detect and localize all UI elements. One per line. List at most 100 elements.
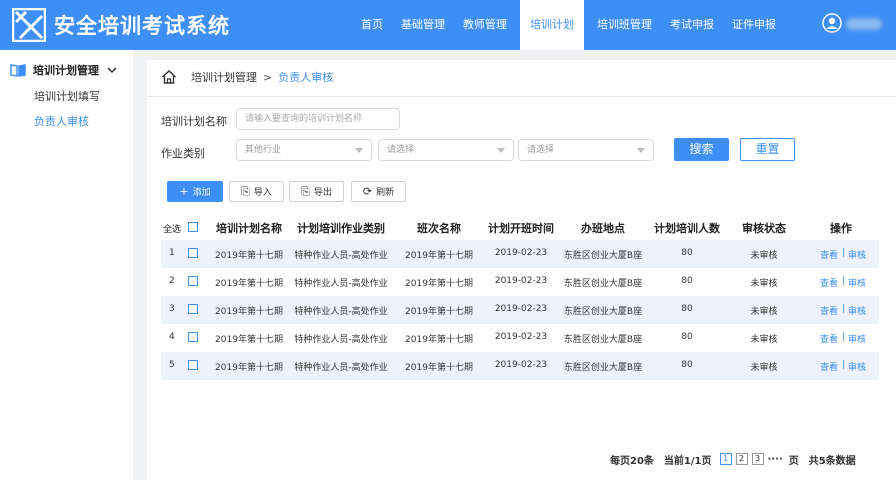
nav-teacher-management[interactable]: 教师管理: [454, 0, 516, 50]
book-icon: [10, 63, 26, 77]
cell-count: 80: [681, 276, 693, 286]
cell-start-time: 2019-02-23: [494, 276, 548, 286]
breadcrumb-parent[interactable]: 培训计划管理: [191, 69, 257, 85]
cell-status: 未审核: [750, 279, 778, 289]
top-nav: 首页 基础管理 教师管理 培训计划 培训班管理 考试申报 证件申报: [352, 0, 785, 50]
row-checkbox[interactable]: [188, 304, 198, 314]
sidebar-item-leader-audit[interactable]: 负责人审核: [34, 113, 89, 129]
plus-icon: +: [179, 185, 189, 198]
table-header: 全选 培训计划名称 计划培训作业类别 班次名称 计划开班时间 办班地点 计划培训…: [161, 216, 879, 238]
user-name-blurred[interactable]: [846, 18, 882, 30]
refresh-button-label: 刷新: [376, 188, 395, 198]
cell-start-time: 2019-02-23: [494, 304, 548, 314]
row-number: 2: [169, 276, 175, 286]
breadcrumb: 培训计划管理 > 负责人审核: [161, 68, 333, 86]
view-link[interactable]: 查看: [820, 248, 838, 261]
reset-button[interactable]: 重置: [740, 138, 795, 161]
cell-plan-name: 2019年第十七期: [215, 251, 283, 261]
select-all-checkbox[interactable]: [188, 222, 198, 232]
home-icon[interactable]: [161, 69, 177, 85]
cell-start-time: 2019-02-23: [494, 332, 548, 342]
plan-name-label: 培训计划名称: [161, 115, 227, 128]
page-ellipsis: ····: [767, 453, 783, 465]
import-button[interactable]: ⎘ 导入: [229, 181, 284, 202]
action-separator: |: [842, 276, 846, 286]
industry-select-value: 其他行业: [245, 145, 282, 155]
nav-home[interactable]: 首页: [352, 0, 392, 50]
col-plan-name: 培训计划名称: [216, 222, 282, 235]
col-start-time: 计划开班时间: [488, 222, 554, 235]
import-button-label: 导入: [253, 188, 272, 198]
caret-down-icon: [355, 148, 363, 153]
work-type-label: 作业类别: [161, 147, 205, 160]
row-number: 5: [169, 360, 175, 370]
nav-training-plan[interactable]: 培训计划: [520, 0, 584, 50]
cell-count: 80: [681, 332, 693, 342]
audit-link[interactable]: 审核: [848, 248, 866, 261]
audit-link[interactable]: 审核: [848, 332, 866, 345]
nav-basic-management[interactable]: 基础管理: [392, 0, 454, 50]
audit-link[interactable]: 审核: [848, 360, 866, 373]
top-header: 安全培训考试系统 首页 基础管理 教师管理 培训计划 培训班管理 考试申报 证件…: [0, 0, 896, 50]
industry-select[interactable]: 其他行业: [236, 139, 372, 161]
refresh-button[interactable]: ⟳ 刷新: [351, 181, 406, 202]
cell-status: 未审核: [750, 251, 778, 261]
row-checkbox[interactable]: [188, 276, 198, 286]
page-unit: 页: [788, 455, 799, 467]
cell-class-name: 2019年第十七期: [405, 279, 473, 289]
action-separator: |: [842, 332, 846, 342]
table-row: 1 2019年第十七期 特种作业人员-高处作业 2019年第十七期 2019-0…: [161, 240, 879, 268]
view-link[interactable]: 查看: [820, 360, 838, 373]
audit-link[interactable]: 审核: [848, 304, 866, 317]
search-button[interactable]: 搜索: [674, 138, 729, 161]
table-row: 2 2019年第十七期 特种作业人员-高处作业 2019年第十七期 2019-0…: [161, 268, 879, 296]
row-number: 3: [169, 304, 175, 314]
row-checkbox[interactable]: [188, 332, 198, 342]
sidebar-group-training-plan[interactable]: 培训计划管理: [10, 60, 117, 80]
col-count: 计划培训人数: [654, 222, 720, 235]
view-link[interactable]: 查看: [820, 304, 838, 317]
action-separator: |: [842, 304, 846, 314]
nav-certificate-application[interactable]: 证件申报: [723, 0, 785, 50]
total-count-text: 共5条数据: [808, 455, 856, 467]
cell-plan-name: 2019年第十七期: [215, 279, 283, 289]
action-separator: |: [842, 360, 846, 370]
page-3-button[interactable]: 3: [751, 453, 764, 465]
cell-count: 80: [681, 248, 693, 258]
page-1-button[interactable]: 1: [719, 453, 732, 465]
cell-class-name: 2019年第十七期: [405, 251, 473, 261]
row-checkbox[interactable]: [188, 248, 198, 258]
export-file-icon: ⎘: [301, 184, 310, 198]
pagination: 每页20条 当前1/1页 1 2 3 ···· 页 共5条数据: [610, 452, 856, 467]
caret-down-icon: [497, 148, 505, 153]
table-row: 5 2019年第十七期 特种作业人员-高处作业 2019年第十七期 2019-0…: [161, 352, 879, 380]
cell-class-name: 2019年第十七期: [405, 307, 473, 317]
user-avatar-icon[interactable]: [822, 13, 842, 33]
breadcrumb-separator: >: [263, 70, 273, 84]
audit-link[interactable]: 审核: [848, 276, 866, 289]
col-status: 审核状态: [742, 222, 786, 235]
refresh-icon: ⟳: [362, 185, 373, 198]
add-button[interactable]: + 添加: [167, 181, 223, 202]
cell-plan-name: 2019年第十七期: [215, 335, 283, 345]
view-link[interactable]: 查看: [820, 276, 838, 289]
cell-plan-name: 2019年第十七期: [215, 363, 283, 373]
export-button[interactable]: ⎘ 导出: [289, 181, 344, 202]
cell-status: 未审核: [750, 335, 778, 345]
subcategory-select[interactable]: 请选择: [518, 139, 654, 161]
breadcrumb-current: 负责人审核: [278, 71, 334, 84]
view-link[interactable]: 查看: [820, 332, 838, 345]
col-class-name: 班次名称: [417, 222, 461, 235]
current-page-text: 当前1/1页: [663, 455, 712, 467]
cell-class-name: 2019年第十七期: [405, 363, 473, 373]
category-select[interactable]: 请选择: [378, 139, 514, 161]
cell-count: 80: [681, 304, 693, 314]
sidebar-item-plan-fill[interactable]: 培训计划填写: [34, 88, 100, 104]
export-button-label: 导出: [313, 188, 332, 198]
page-2-button[interactable]: 2: [735, 453, 748, 465]
col-location: 办班地点: [581, 222, 625, 235]
plan-name-input[interactable]: 请输入要查询的培训计划名称: [236, 108, 400, 130]
nav-exam-application[interactable]: 考试申报: [661, 0, 723, 50]
nav-class-management[interactable]: 培训班管理: [588, 0, 661, 50]
row-checkbox[interactable]: [188, 360, 198, 370]
